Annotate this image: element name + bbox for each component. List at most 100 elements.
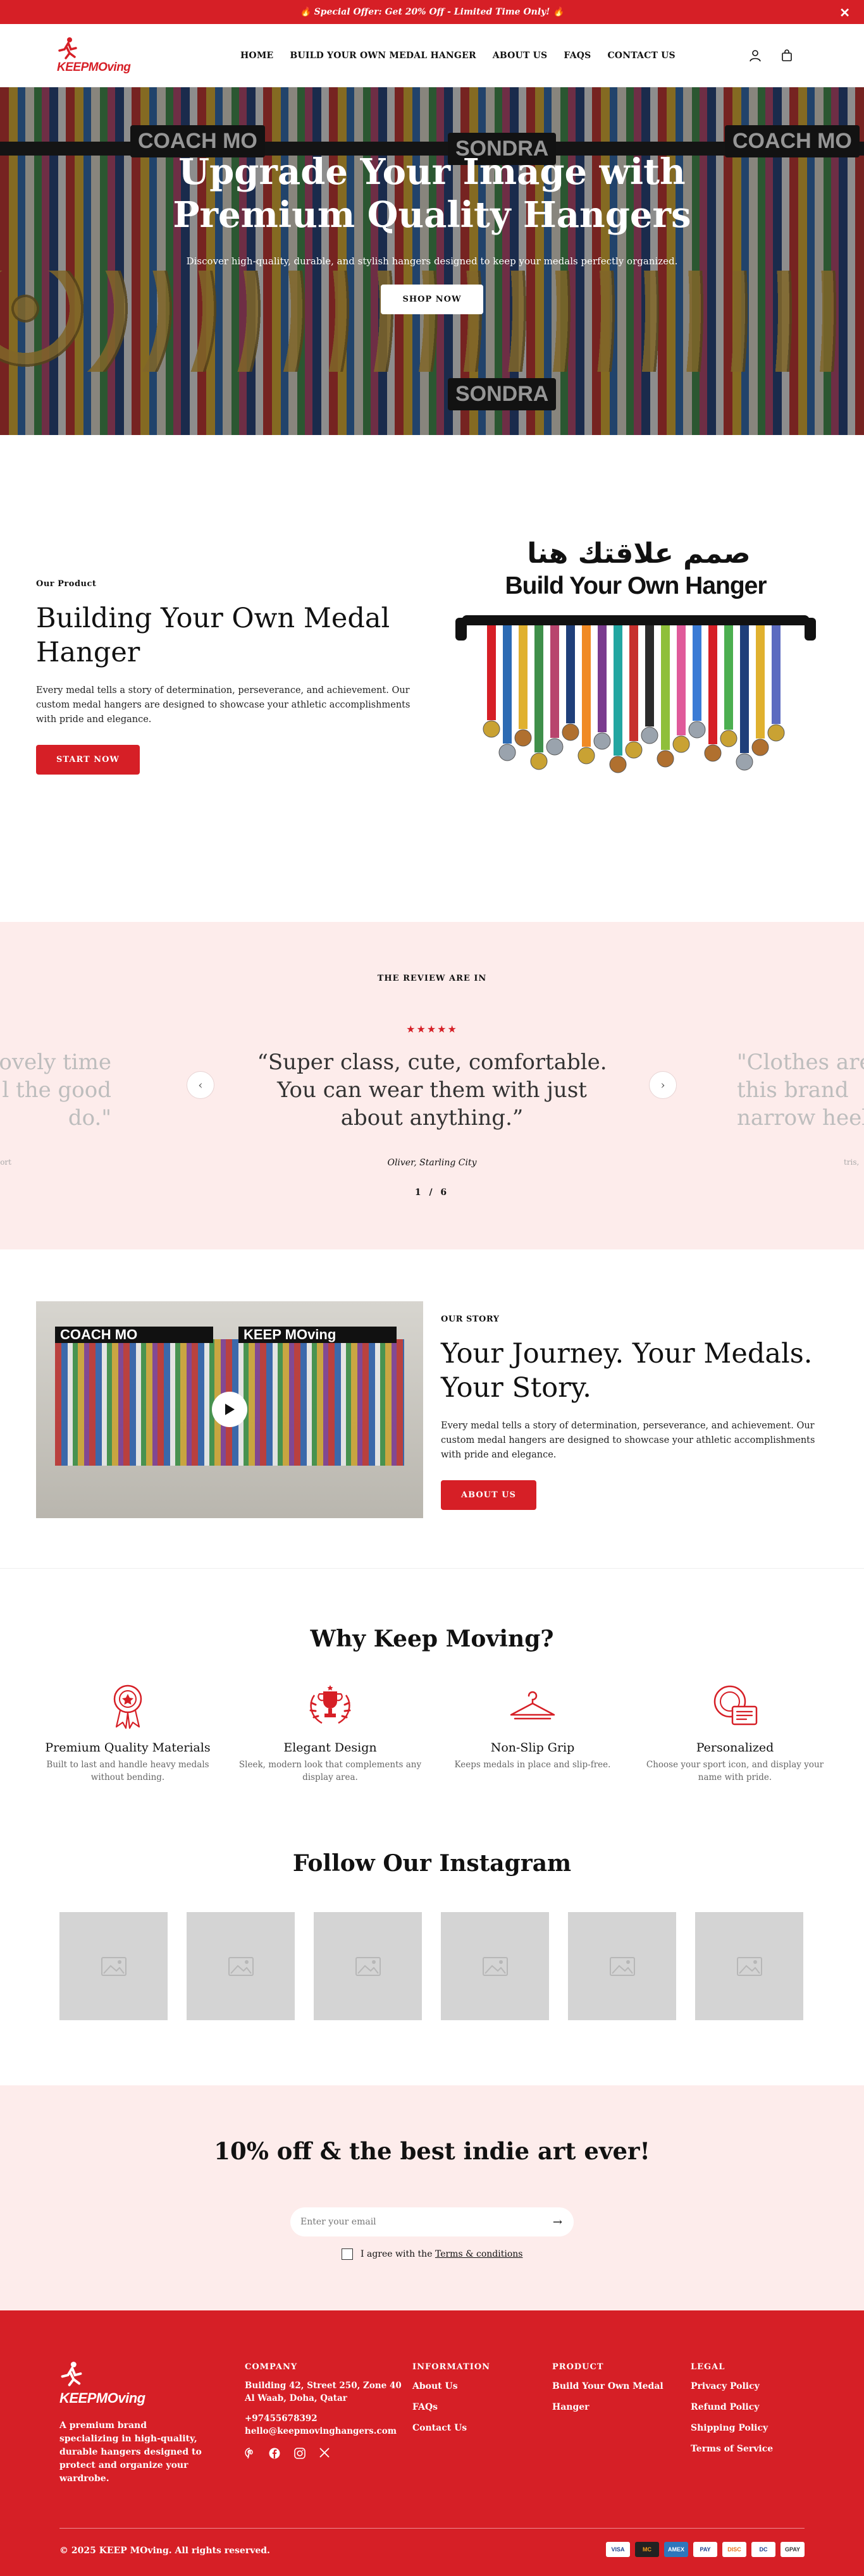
terms-checkbox[interactable] <box>342 2248 353 2260</box>
hero-subtitle: Discover high-quality, durable, and styl… <box>186 255 678 267</box>
pinterest-icon[interactable] <box>245 2448 255 2459</box>
features-title: Why Keep Moving? <box>310 1626 554 1652</box>
about-us-button[interactable]: ABOUT US <box>441 1480 536 1510</box>
prev-quote-line-2: l the good <box>2 1077 111 1103</box>
footer-information: INFORMATION About Us FAQs Contact Us <box>412 2362 490 2435</box>
footer-address-1: Building 42, Street 250, Zone 40 <box>245 2381 402 2391</box>
nav-home[interactable]: HOME <box>240 51 273 61</box>
medal-ribbon <box>519 625 528 729</box>
build-hanger-image: صمم علاقتك هنا Build Your Own Hanger <box>455 537 816 828</box>
instagram-post[interactable] <box>568 1912 676 2020</box>
newsletter-title: 10% off & the best indie art ever! <box>214 2137 650 2165</box>
terms-label: I agree with the Terms & conditions <box>361 2249 522 2259</box>
feature-description: Choose your sport icon, and display your… <box>646 1760 824 1782</box>
footer-logo[interactable]: KEEPMOving <box>59 2361 145 2407</box>
email-input[interactable] <box>300 2217 553 2227</box>
instagram-post[interactable] <box>441 1912 549 2020</box>
footer-product: PRODUCT Build Your Own Medal Hanger <box>552 2362 663 2414</box>
apple-pay-icon: PAY <box>693 2542 717 2557</box>
brand-name: KEEPMOving <box>57 60 131 74</box>
terms-link[interactable]: Terms & conditions <box>435 2249 523 2259</box>
start-now-button[interactable]: START NOW <box>36 745 140 775</box>
instagram-post[interactable] <box>695 1912 803 2020</box>
medal-ribbon <box>677 625 686 735</box>
footer-link-faqs[interactable]: FAQs <box>412 2401 490 2414</box>
medal <box>483 720 500 738</box>
story-text-block: OUR STORY Your Journey. Your Medals. You… <box>441 1315 827 1510</box>
medal-ribbon <box>629 625 638 741</box>
play-button[interactable] <box>212 1392 247 1427</box>
footer-link-terms[interactable]: Terms of Service <box>691 2443 773 2456</box>
play-icon <box>225 1404 235 1415</box>
review-quote: “Super class, cute, comfortable. You can… <box>242 1048 622 1132</box>
newsletter-section: 10% off & the best indie art ever! → I a… <box>0 2085 864 2310</box>
instagram-icon[interactable] <box>294 2448 305 2459</box>
footer-link-build[interactable]: Build Your Own Medal Hanger <box>552 2380 663 2414</box>
footer-brand-name: KEEPMOving <box>59 2390 145 2406</box>
next-quote-line-3: narrow heel <box>737 1105 864 1131</box>
footer-link-privacy[interactable]: Privacy Policy <box>691 2380 773 2393</box>
nav-faqs[interactable]: FAQS <box>564 51 591 61</box>
instagram-post[interactable] <box>187 1912 295 2020</box>
header-actions <box>749 24 793 87</box>
nav-contact-us[interactable]: CONTACT US <box>607 51 675 61</box>
feature-elegant-design: Elegant Design Sleek, modern look that c… <box>238 1681 422 1784</box>
build-title: Building Your Own Medal Hanger <box>36 601 422 670</box>
medal-ribbon <box>550 625 559 738</box>
close-icon[interactable]: ✕ <box>839 5 850 20</box>
image-placeholder-icon <box>609 1956 635 1976</box>
medal-ribbon <box>614 625 622 756</box>
review-author-name: Oliver <box>387 1158 414 1168</box>
footer-link-refund[interactable]: Refund Policy <box>691 2401 773 2414</box>
footer-link-build-line-2: Hanger <box>552 2402 589 2412</box>
footer-link-about[interactable]: About Us <box>412 2380 490 2393</box>
x-icon[interactable] <box>319 2448 330 2459</box>
copyright: © 2025 KEEP MOving. All rights reserved. <box>59 2546 270 2556</box>
medal <box>577 747 595 764</box>
bag-icon[interactable] <box>781 49 793 62</box>
medal-hanger-illustration <box>455 615 816 773</box>
feature-title: Premium Quality Materials <box>45 1741 211 1755</box>
hanger-icon <box>441 1681 624 1731</box>
medal <box>641 727 658 744</box>
reviews-title: THE REVIEW ARE IN <box>377 974 487 983</box>
footer-link-shipping[interactable]: Shipping Policy <box>691 2422 773 2435</box>
hero-banner: COACH MO SONDRA SONDRA COACH MO Upgrade … <box>0 87 864 435</box>
review-next-button[interactable]: › <box>649 1071 677 1099</box>
nav-build-hanger[interactable]: BUILD YOUR OWN MEDAL HANGER <box>290 51 476 61</box>
review-prev-button[interactable]: ‹ <box>187 1071 214 1099</box>
video-sign-keepmoving: KEEP MOving <box>238 1327 397 1343</box>
feature-non-slip: Non-Slip Grip Keeps medals in place and … <box>441 1681 624 1771</box>
user-icon[interactable] <box>749 49 762 62</box>
story-video[interactable]: COACH MO KEEP MOving <box>36 1301 423 1518</box>
footer-product-heading: PRODUCT <box>552 2362 604 2372</box>
build-image-title: Build Your Own Hanger <box>505 572 767 599</box>
review-quote-next: "Clothes are this brand narrow heel <box>737 1048 864 1132</box>
site-logo[interactable]: KEEPMOving <box>57 37 158 75</box>
footer-description: A premium brand specializing in high-qua… <box>59 2420 202 2484</box>
medal <box>720 730 737 747</box>
medal-ribbon <box>740 625 749 753</box>
shop-now-button[interactable]: SHOP NOW <box>381 285 483 314</box>
footer-email[interactable]: hello@keepmovinghangers.com <box>245 2425 402 2438</box>
discover-icon: DISC <box>722 2542 746 2557</box>
prev-quote-line-1: ovely time <box>0 1050 111 1075</box>
medal <box>736 753 753 771</box>
arrow-right-icon[interactable]: → <box>553 2216 562 2229</box>
diners-club-icon: DC <box>751 2542 775 2557</box>
build-hanger-section: Our Product Building Your Own Medal Hang… <box>0 435 864 922</box>
footer-company-heading: COMPANY <box>245 2362 298 2372</box>
facebook-icon[interactable] <box>269 2448 280 2459</box>
google-pay-icon: GPAY <box>781 2542 805 2557</box>
instagram-post[interactable] <box>314 1912 422 2020</box>
hero-content: Upgrade Your Image with Premium Quality … <box>0 150 864 314</box>
instagram-post[interactable] <box>59 1912 168 2020</box>
runner-logo-icon <box>58 37 77 59</box>
prev-quote-line-3: do." <box>68 1105 111 1131</box>
nav-about-us[interactable]: ABOUT US <box>493 51 548 61</box>
medal-ribbon <box>503 625 512 744</box>
review-author-place: Starling City <box>419 1158 477 1168</box>
footer-phone[interactable]: +97455678392 <box>245 2412 402 2425</box>
instagram-section: Follow Our Instagram <box>0 1850 864 2085</box>
footer-link-contact[interactable]: Contact Us <box>412 2422 490 2435</box>
